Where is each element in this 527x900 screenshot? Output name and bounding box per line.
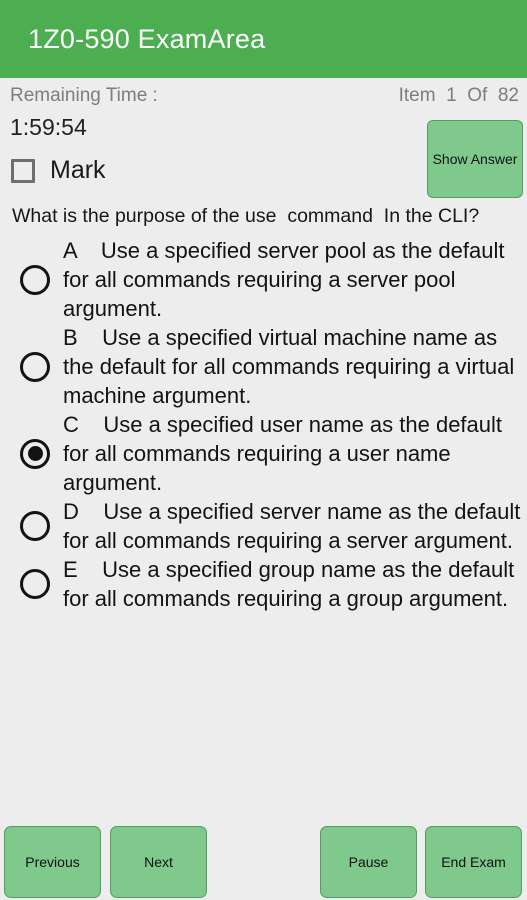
remaining-time-label: Remaining Time : bbox=[10, 85, 158, 106]
app-title: 1Z0-590 ExamArea bbox=[28, 23, 266, 54]
option-label-a: A Use a specified server pool as the def… bbox=[63, 238, 511, 321]
end-exam-button[interactable]: End Exam bbox=[425, 826, 522, 898]
radio-option-c[interactable] bbox=[20, 438, 50, 469]
radio-option-d[interactable] bbox=[20, 511, 50, 541]
option-label-b: B Use a specified virtual machine name a… bbox=[63, 325, 521, 408]
option-label-c: C Use a specified user name as the defau… bbox=[63, 412, 509, 495]
previous-button[interactable]: Previous bbox=[4, 826, 101, 898]
timer-value: 1:59:54 bbox=[10, 114, 87, 140]
option-row-e[interactable]: E Use a specified group name as the defa… bbox=[0, 555, 521, 613]
timer-mark-block: 1:59:54 Mark Show Answer bbox=[0, 114, 527, 204]
option-row-a[interactable]: A Use a specified server pool as the def… bbox=[0, 236, 521, 323]
mark-checkbox-row[interactable]: Mark bbox=[11, 156, 106, 185]
mark-label: Mark bbox=[50, 156, 106, 184]
next-button[interactable]: Next bbox=[110, 826, 207, 898]
options-list: A Use a specified server pool as the def… bbox=[0, 236, 527, 613]
bottom-button-bar: Previous Next Pause End Exam bbox=[0, 826, 527, 900]
pause-button[interactable]: Pause bbox=[320, 826, 417, 898]
option-row-c[interactable]: C Use a specified user name as the defau… bbox=[0, 410, 521, 497]
question-text: What is the purpose of the use command I… bbox=[12, 205, 480, 227]
option-label-e: E Use a specified group name as the defa… bbox=[63, 557, 521, 611]
app-header: 1Z0-590 ExamArea bbox=[0, 0, 527, 78]
mark-checkbox[interactable] bbox=[11, 158, 35, 183]
option-label-d: D Use a specified server name as the def… bbox=[63, 499, 527, 553]
option-row-b[interactable]: B Use a specified virtual machine name a… bbox=[0, 323, 521, 410]
status-row: Remaining Time : Item 1 Of 82 bbox=[0, 78, 527, 114]
option-row-d[interactable]: D Use a specified server name as the def… bbox=[0, 497, 521, 555]
radio-option-b[interactable] bbox=[20, 351, 50, 382]
item-counter: Item 1 Of 82 bbox=[398, 85, 519, 106]
show-answer-button[interactable]: Show Answer bbox=[427, 120, 523, 198]
radio-option-a[interactable] bbox=[20, 264, 50, 295]
radio-option-e[interactable] bbox=[20, 569, 50, 599]
